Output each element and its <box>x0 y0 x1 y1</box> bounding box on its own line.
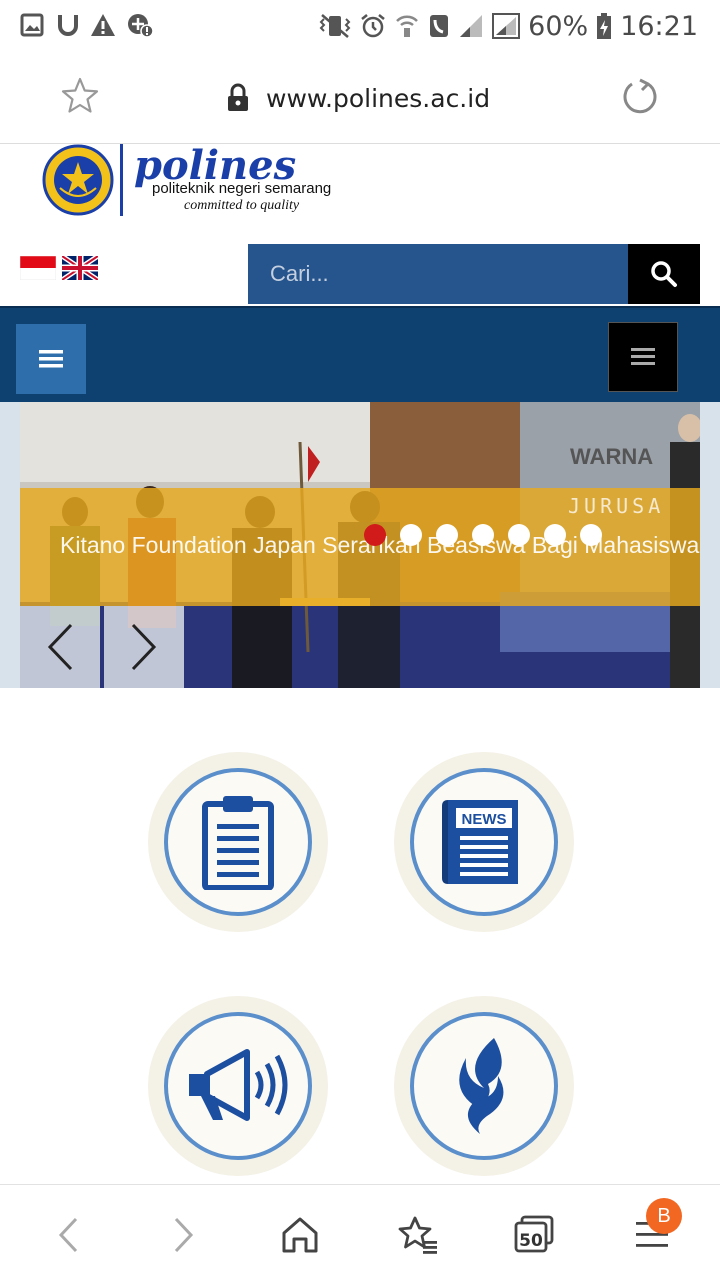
language-flag-english[interactable] <box>60 253 100 283</box>
logo-subtitle: politeknik negeri semarang <box>152 180 332 197</box>
megaphone-icon <box>189 1049 288 1121</box>
flame-icon <box>459 1038 504 1134</box>
tile-ring <box>164 1012 312 1160</box>
vibrate-icon <box>319 14 351 38</box>
reload-icon[interactable] <box>620 76 660 116</box>
slide-banner-subtext: JURUSA <box>568 494 665 518</box>
back-button[interactable] <box>40 1207 96 1263</box>
url-text[interactable]: www.polines.ac.id <box>266 84 490 113</box>
logo-divider <box>120 144 123 216</box>
search-icon <box>651 261 677 287</box>
status-bar: 60% 16:21 <box>0 0 720 50</box>
gallery-icon <box>20 13 44 37</box>
slide-next-button[interactable] <box>104 606 184 688</box>
status-bar-right: 60% 16:21 <box>318 6 698 46</box>
chevron-right-icon <box>131 623 157 671</box>
tile-announcement-clipboard[interactable] <box>148 752 328 932</box>
tile-ring: NEWS <box>410 768 558 916</box>
tabs-count: 50 <box>519 1231 543 1251</box>
tile-flame[interactable] <box>394 996 574 1176</box>
news-slider[interactable]: WARNA JURUSA Kitano Foundation Japan Ser… <box>0 402 720 688</box>
menu-notification-badge: B <box>646 1198 682 1234</box>
hamburger-icon <box>39 350 63 368</box>
phone-icon <box>430 15 449 37</box>
slide-dot-7[interactable] <box>580 524 602 546</box>
search-input[interactable] <box>248 244 628 304</box>
search-button[interactable] <box>628 244 700 304</box>
main-menu-button[interactable] <box>16 324 86 394</box>
magnet-icon <box>58 15 78 36</box>
signal-roaming-icon <box>492 13 521 39</box>
clipboard-icon <box>202 796 274 890</box>
clock: 16:21 <box>620 10 698 42</box>
bookmark-star-icon[interactable] <box>60 76 100 116</box>
uk-flag-icon <box>60 253 100 283</box>
language-flag-indonesia[interactable] <box>19 255 57 281</box>
warning-icon <box>91 14 115 36</box>
site-header: polines politeknik negeri semarang commi… <box>0 142 720 304</box>
tile-ring <box>164 768 312 916</box>
chevron-right-icon <box>174 1217 194 1253</box>
chevron-left-icon <box>47 623 73 671</box>
logo-tagline: committed to quality <box>184 198 300 213</box>
tile-announcement-megaphone[interactable] <box>148 996 328 1176</box>
newspaper-icon: NEWS <box>442 800 518 884</box>
lock-icon <box>228 83 248 111</box>
slide-dot-5[interactable] <box>508 524 530 546</box>
indonesia-flag-icon <box>19 255 57 281</box>
signal-icon <box>460 15 483 37</box>
home-button[interactable] <box>272 1207 328 1263</box>
banner-text: WARNA <box>570 444 653 469</box>
url-field[interactable]: www.polines.ac.id <box>226 78 490 118</box>
wifi-call-icon <box>396 15 419 37</box>
chevron-left-icon <box>58 1217 78 1253</box>
secondary-menu-button[interactable] <box>608 322 678 392</box>
news-label: NEWS <box>462 811 507 828</box>
slide-prev-button[interactable] <box>20 606 100 688</box>
slide-pagination <box>364 524 602 550</box>
browser-bottom-bar: 50 <box>0 1184 720 1280</box>
forward-button[interactable] <box>156 1207 212 1263</box>
battery-percentage: 60% <box>528 10 589 42</box>
browser-address-bar: www.polines.ac.id <box>0 50 720 144</box>
slide-dot-2[interactable] <box>400 524 422 546</box>
slide-dot-6[interactable] <box>544 524 566 546</box>
slide-dot-4[interactable] <box>472 524 494 546</box>
data-saver-icon <box>128 14 154 38</box>
slide-dot-1[interactable] <box>364 524 386 546</box>
site-logo[interactable]: polines politeknik negeri semarang commi… <box>42 142 362 220</box>
tabs-button[interactable]: 50 <box>506 1207 562 1263</box>
alarm-icon <box>361 14 385 38</box>
battery-charging-icon <box>597 13 612 39</box>
site-nav-bar <box>0 306 720 402</box>
polines-seal-icon <box>42 144 114 216</box>
bookmarks-button[interactable] <box>390 1207 446 1263</box>
tile-news[interactable]: NEWS <box>394 752 574 932</box>
tile-ring <box>410 1012 558 1160</box>
hamburger-icon <box>631 348 655 365</box>
home-icon <box>282 1217 318 1253</box>
slide-dot-3[interactable] <box>436 524 458 546</box>
star-list-icon <box>398 1216 437 1254</box>
